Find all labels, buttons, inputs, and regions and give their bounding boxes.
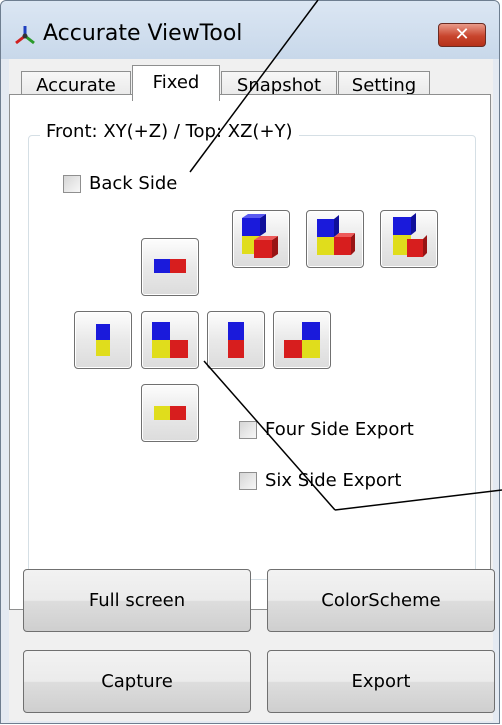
six-side-export-label: Six Side Export <box>265 470 402 491</box>
capture-button[interactable]: Capture <box>23 650 251 713</box>
tab-label: Snapshot <box>236 75 322 96</box>
four-side-export-label: Four Side Export <box>265 419 414 440</box>
iso-view-button-1[interactable] <box>232 210 290 268</box>
client-area: Accurate Fixed Snapshot Setting Front: X… <box>9 59 495 721</box>
four-side-export-checkbox[interactable] <box>239 420 257 439</box>
app-window: Accurate ViewTool ✕ Accurate Fixed Snaps… <box>0 0 500 724</box>
top-view-button[interactable] <box>141 238 199 296</box>
title-bar[interactable]: Accurate ViewTool ✕ <box>1 1 499 59</box>
iso-cube-icon <box>393 213 427 257</box>
fixed-tab-panel: Front: XY(+Z) / Top: XZ(+Y) Back Side Fo… <box>9 94 491 610</box>
six-side-export-row[interactable]: Six Side Export <box>239 470 401 491</box>
six-side-export-checkbox[interactable] <box>239 471 257 490</box>
right-view-button[interactable] <box>207 311 265 369</box>
back-side-label: Back Side <box>89 173 178 194</box>
bottom-view-button[interactable] <box>141 384 199 442</box>
window-title: Accurate ViewTool <box>43 21 243 46</box>
right-view-icon <box>228 322 244 358</box>
tab-fixed[interactable]: Fixed <box>132 65 220 101</box>
four-side-export-row[interactable]: Four Side Export <box>239 419 414 440</box>
back-view-button[interactable] <box>273 311 331 369</box>
iso-cube-icon <box>242 214 278 258</box>
iso-view-button-3[interactable] <box>380 210 438 268</box>
front-view-button[interactable] <box>141 311 199 369</box>
back-side-checkbox[interactable] <box>63 174 81 193</box>
left-view-icon <box>96 324 110 356</box>
front-view-icon <box>152 322 188 358</box>
iso-cube-icon <box>317 215 355 255</box>
tab-label: Accurate <box>36 75 116 96</box>
close-icon: ✕ <box>454 24 470 45</box>
app-logo-icon <box>15 26 35 45</box>
export-button[interactable]: Export <box>267 650 495 713</box>
back-view-icon <box>284 322 320 358</box>
tab-label: Fixed <box>152 72 200 93</box>
top-view-icon <box>154 259 186 273</box>
full-screen-button[interactable]: Full screen <box>23 569 251 632</box>
tab-label: Setting <box>351 75 417 96</box>
left-view-button[interactable] <box>74 311 132 369</box>
group-legend: Front: XY(+Z) / Top: XZ(+Y) <box>40 121 299 142</box>
back-side-checkbox-row[interactable]: Back Side <box>63 173 177 194</box>
iso-view-button-2[interactable] <box>306 210 364 268</box>
close-button[interactable]: ✕ <box>438 23 486 47</box>
color-scheme-button[interactable]: ColorScheme <box>267 569 495 632</box>
bottom-view-icon <box>154 406 186 420</box>
